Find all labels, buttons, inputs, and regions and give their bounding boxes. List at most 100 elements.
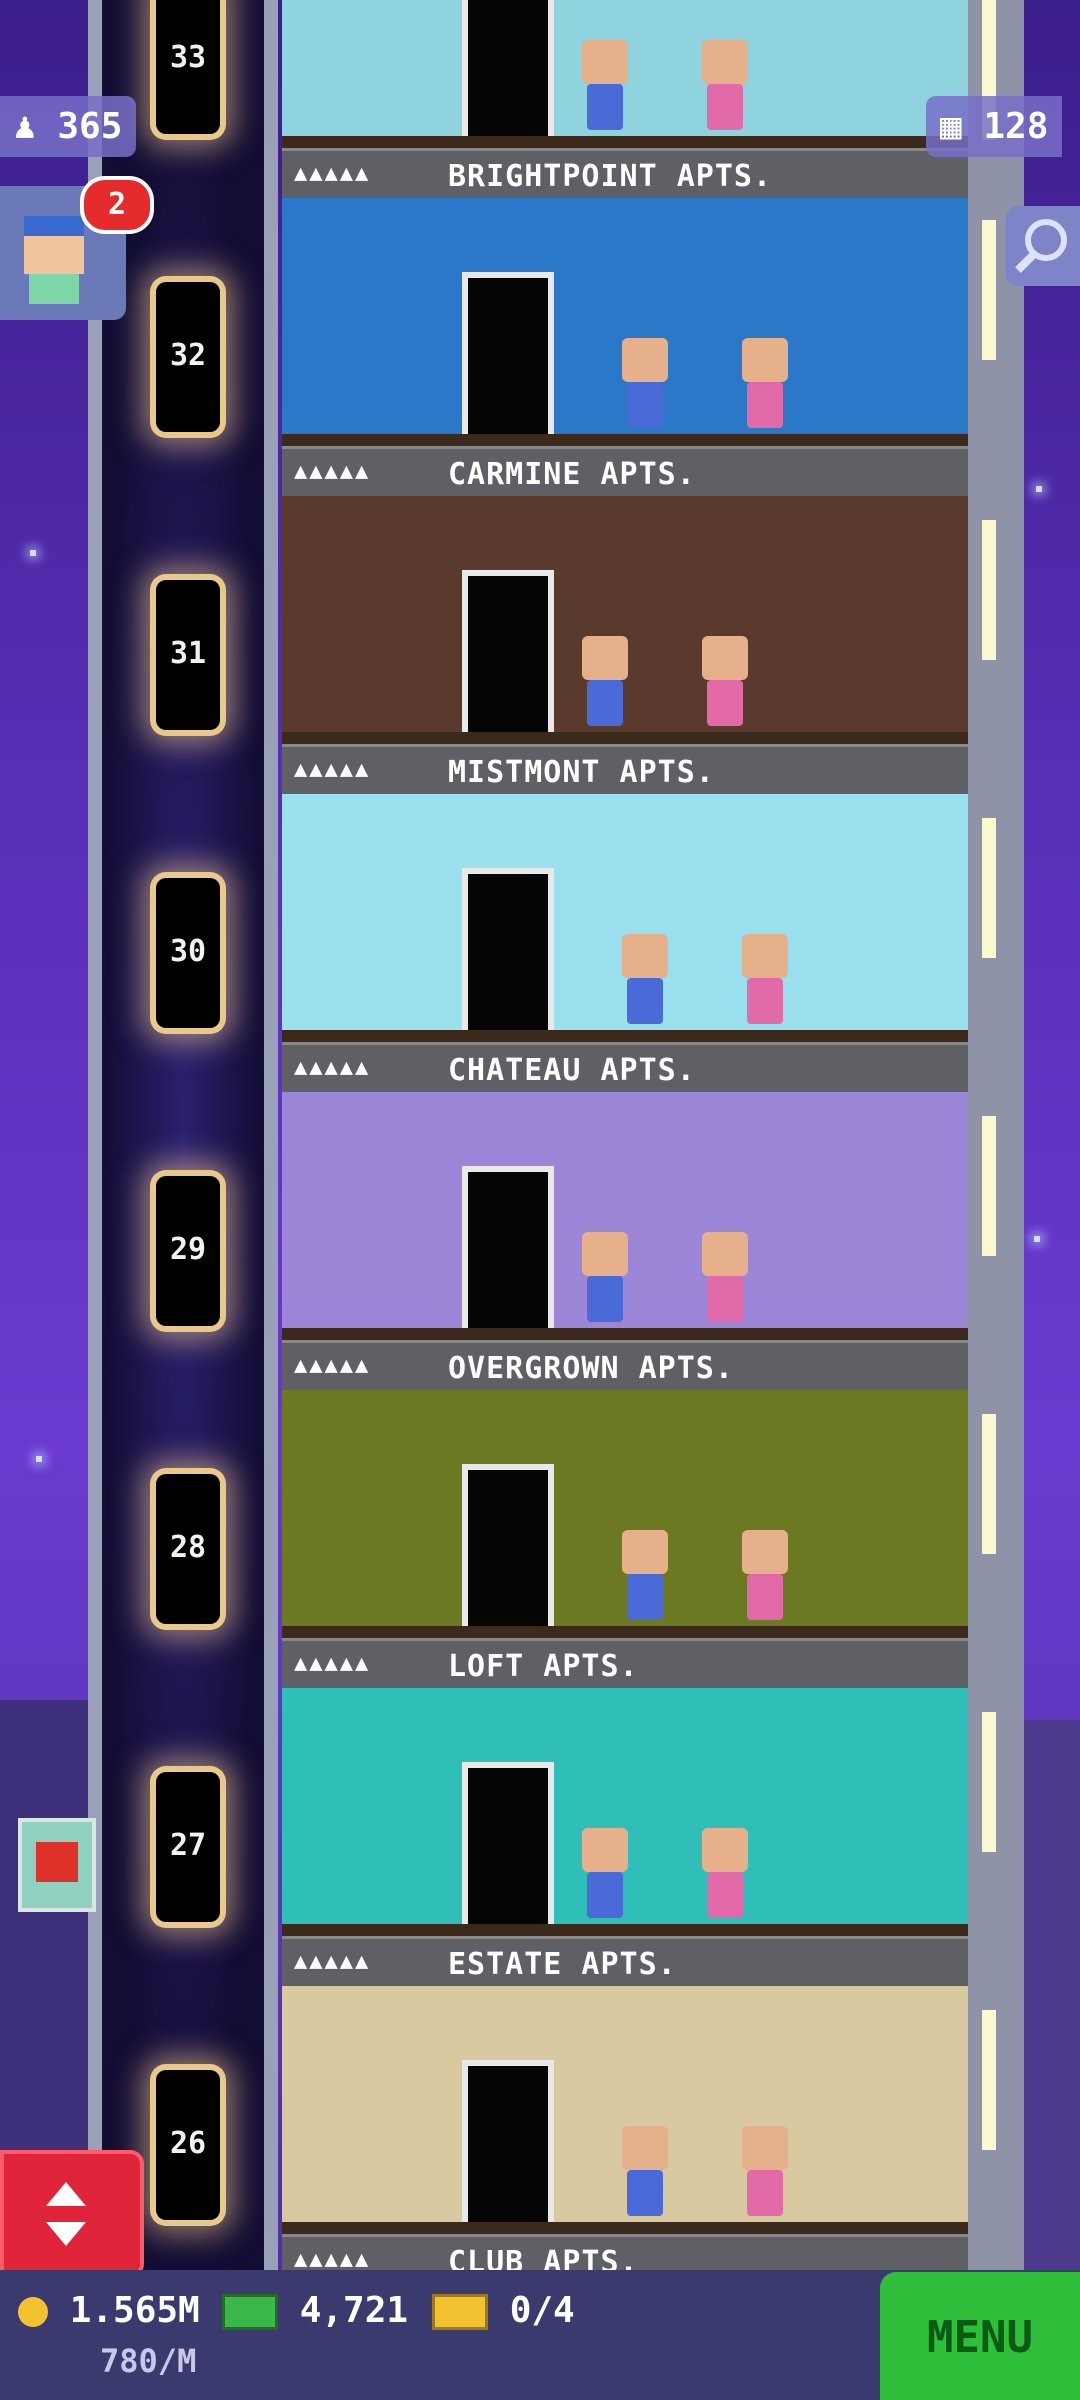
floor-28[interactable]: ▲▲▲▲▲ LOFT APTS.	[282, 1390, 968, 1688]
bitizen-sprite[interactable]	[702, 40, 748, 130]
floor-ground	[282, 434, 968, 446]
floor-label: ▲▲▲▲▲ MISTMONT APTS.	[282, 744, 968, 794]
floor-label: ▲▲▲▲▲ CARMINE APTS.	[282, 446, 968, 496]
bitizen-sprite[interactable]	[742, 934, 788, 1024]
elevator-door-32[interactable]: 32	[156, 282, 220, 432]
person-icon: ♟	[14, 106, 36, 147]
notification-badge: 2	[80, 176, 154, 234]
floor-name: CARMINE APTS.	[448, 457, 696, 492]
bitizen-sprite[interactable]	[582, 636, 628, 726]
elevator-door-33[interactable]: 33	[156, 0, 220, 134]
bitizen-sprite[interactable]	[702, 636, 748, 726]
rating-pips-icon: ▲▲▲▲▲	[294, 1055, 371, 1080]
floor-label: ▲▲▲▲▲ BRIGHTPOINT APTS.	[282, 148, 968, 198]
coins-value: 1.565M	[69, 2290, 200, 2331]
floor-33[interactable]: ▲▲▲▲▲ BRIGHTPOINT APTS.	[282, 0, 968, 198]
bitizen-sprite[interactable]	[622, 934, 668, 1024]
room-door	[462, 0, 554, 146]
elevator-door-27[interactable]: 27	[156, 1772, 220, 1922]
floor-label: ▲▲▲▲▲ LOFT APTS.	[282, 1638, 968, 1688]
floor-label: ▲▲▲▲▲ CHATEAU APTS.	[282, 1042, 968, 1092]
floor-27[interactable]: ▲▲▲▲▲ ESTATE APTS.	[282, 1688, 968, 1986]
elevator-button[interactable]	[0, 2150, 144, 2278]
bitizen-sprite[interactable]	[622, 2126, 668, 2216]
floor-number: 32	[169, 338, 207, 373]
magnifier-icon	[1015, 219, 1067, 273]
room-door	[462, 1762, 554, 1934]
elevator-door-30[interactable]: 30	[156, 878, 220, 1028]
floor-number: 30	[169, 934, 207, 969]
floor-32[interactable]: ▲▲▲▲▲ CARMINE APTS.	[282, 198, 968, 496]
floor-name: MISTMONT APTS.	[448, 755, 715, 790]
floor-30[interactable]: ▲▲▲▲▲ CHATEAU APTS.	[282, 794, 968, 1092]
rating-pips-icon: ▲▲▲▲▲	[294, 2247, 371, 2272]
floor-ground	[282, 2222, 968, 2234]
floor-number: 26	[169, 2126, 207, 2161]
elevator-door-29[interactable]: 29	[156, 1176, 220, 1326]
floors-counter[interactable]: ▦ 128	[926, 96, 1063, 157]
floor-29[interactable]: ▲▲▲▲▲ OVERGROWN APTS.	[282, 1092, 968, 1390]
bitizen-sprite[interactable]	[742, 338, 788, 428]
bux-icon	[222, 2294, 278, 2330]
rating-pips-icon: ▲▲▲▲▲	[294, 1949, 371, 1974]
room-door	[462, 2060, 554, 2232]
floor-number: 29	[169, 1232, 207, 1267]
elevator-door-31[interactable]: 31	[156, 580, 220, 730]
tickets-display: 0/4	[432, 2290, 575, 2331]
bux-display: 4,721	[222, 2290, 408, 2331]
floor-name: LOFT APTS.	[448, 1649, 639, 1684]
tower-side-pillar	[968, 0, 1024, 2270]
rating-pips-icon: ▲▲▲▲▲	[294, 1651, 371, 1676]
bux-value: 4,721	[299, 2290, 409, 2331]
floor-26[interactable]: ▲▲▲▲▲ CLUB APTS.	[282, 1986, 968, 2284]
building-icon: ▦	[940, 106, 962, 147]
floor-name: OVERGROWN APTS.	[448, 1351, 734, 1386]
room-door	[462, 570, 554, 742]
bitizen-sprite[interactable]	[622, 1530, 668, 1620]
floor-31[interactable]: ▲▲▲▲▲ MISTMONT APTS.	[282, 496, 968, 794]
floor-ground	[282, 136, 968, 148]
floor-name: ESTATE APTS.	[448, 1947, 677, 1982]
rating-pips-icon: ▲▲▲▲▲	[294, 757, 371, 782]
rating-pips-icon: ▲▲▲▲▲	[294, 459, 371, 484]
avatar	[24, 216, 84, 306]
floors-value: 128	[983, 106, 1049, 147]
coins-display: 1.565M	[18, 2290, 200, 2331]
bitizen-sprite[interactable]	[702, 1828, 748, 1918]
rating-pips-icon: ▲▲▲▲▲	[294, 161, 371, 186]
side-special-item-button[interactable]	[18, 1818, 96, 1912]
bitizen-sprite[interactable]	[702, 1232, 748, 1322]
menu-button[interactable]: MENU	[880, 2272, 1080, 2400]
floor-number: 31	[169, 636, 207, 671]
floor-label: ▲▲▲▲▲ OVERGROWN APTS.	[282, 1340, 968, 1390]
room-door	[462, 272, 554, 444]
elevator-door-26[interactable]: 26	[156, 2070, 220, 2220]
coin-icon	[18, 2297, 48, 2327]
ticket-icon	[432, 2294, 488, 2330]
bitizen-sprite[interactable]	[742, 1530, 788, 1620]
room-door	[462, 1464, 554, 1636]
bitizen-sprite[interactable]	[582, 1232, 628, 1322]
floor-number: 27	[169, 1828, 207, 1863]
tickets-value: 0/4	[509, 2290, 575, 2331]
elevator-arrows-icon	[46, 2182, 86, 2246]
menu-label: MENU	[927, 2312, 1033, 2363]
bitizen-sprite[interactable]	[582, 40, 628, 130]
floor-ground	[282, 1030, 968, 1042]
floor-ground	[282, 1328, 968, 1340]
room-door	[462, 1166, 554, 1338]
floor-label: ▲▲▲▲▲ ESTATE APTS.	[282, 1936, 968, 1986]
rating-pips-icon: ▲▲▲▲▲	[294, 1353, 371, 1378]
coin-rate: 780/M	[100, 2342, 197, 2380]
bitizen-sprite[interactable]	[622, 338, 668, 428]
floor-ground	[282, 732, 968, 744]
residents-counter[interactable]: ♟ 365	[0, 96, 137, 157]
residents-value: 365	[57, 106, 123, 147]
search-button[interactable]	[1006, 206, 1080, 286]
bitizen-sprite[interactable]	[582, 1828, 628, 1918]
fries-icon	[36, 1842, 78, 1882]
room-door	[462, 868, 554, 1040]
bitizen-sprite[interactable]	[742, 2126, 788, 2216]
floor-number: 33	[169, 40, 207, 75]
elevator-door-28[interactable]: 28	[156, 1474, 220, 1624]
